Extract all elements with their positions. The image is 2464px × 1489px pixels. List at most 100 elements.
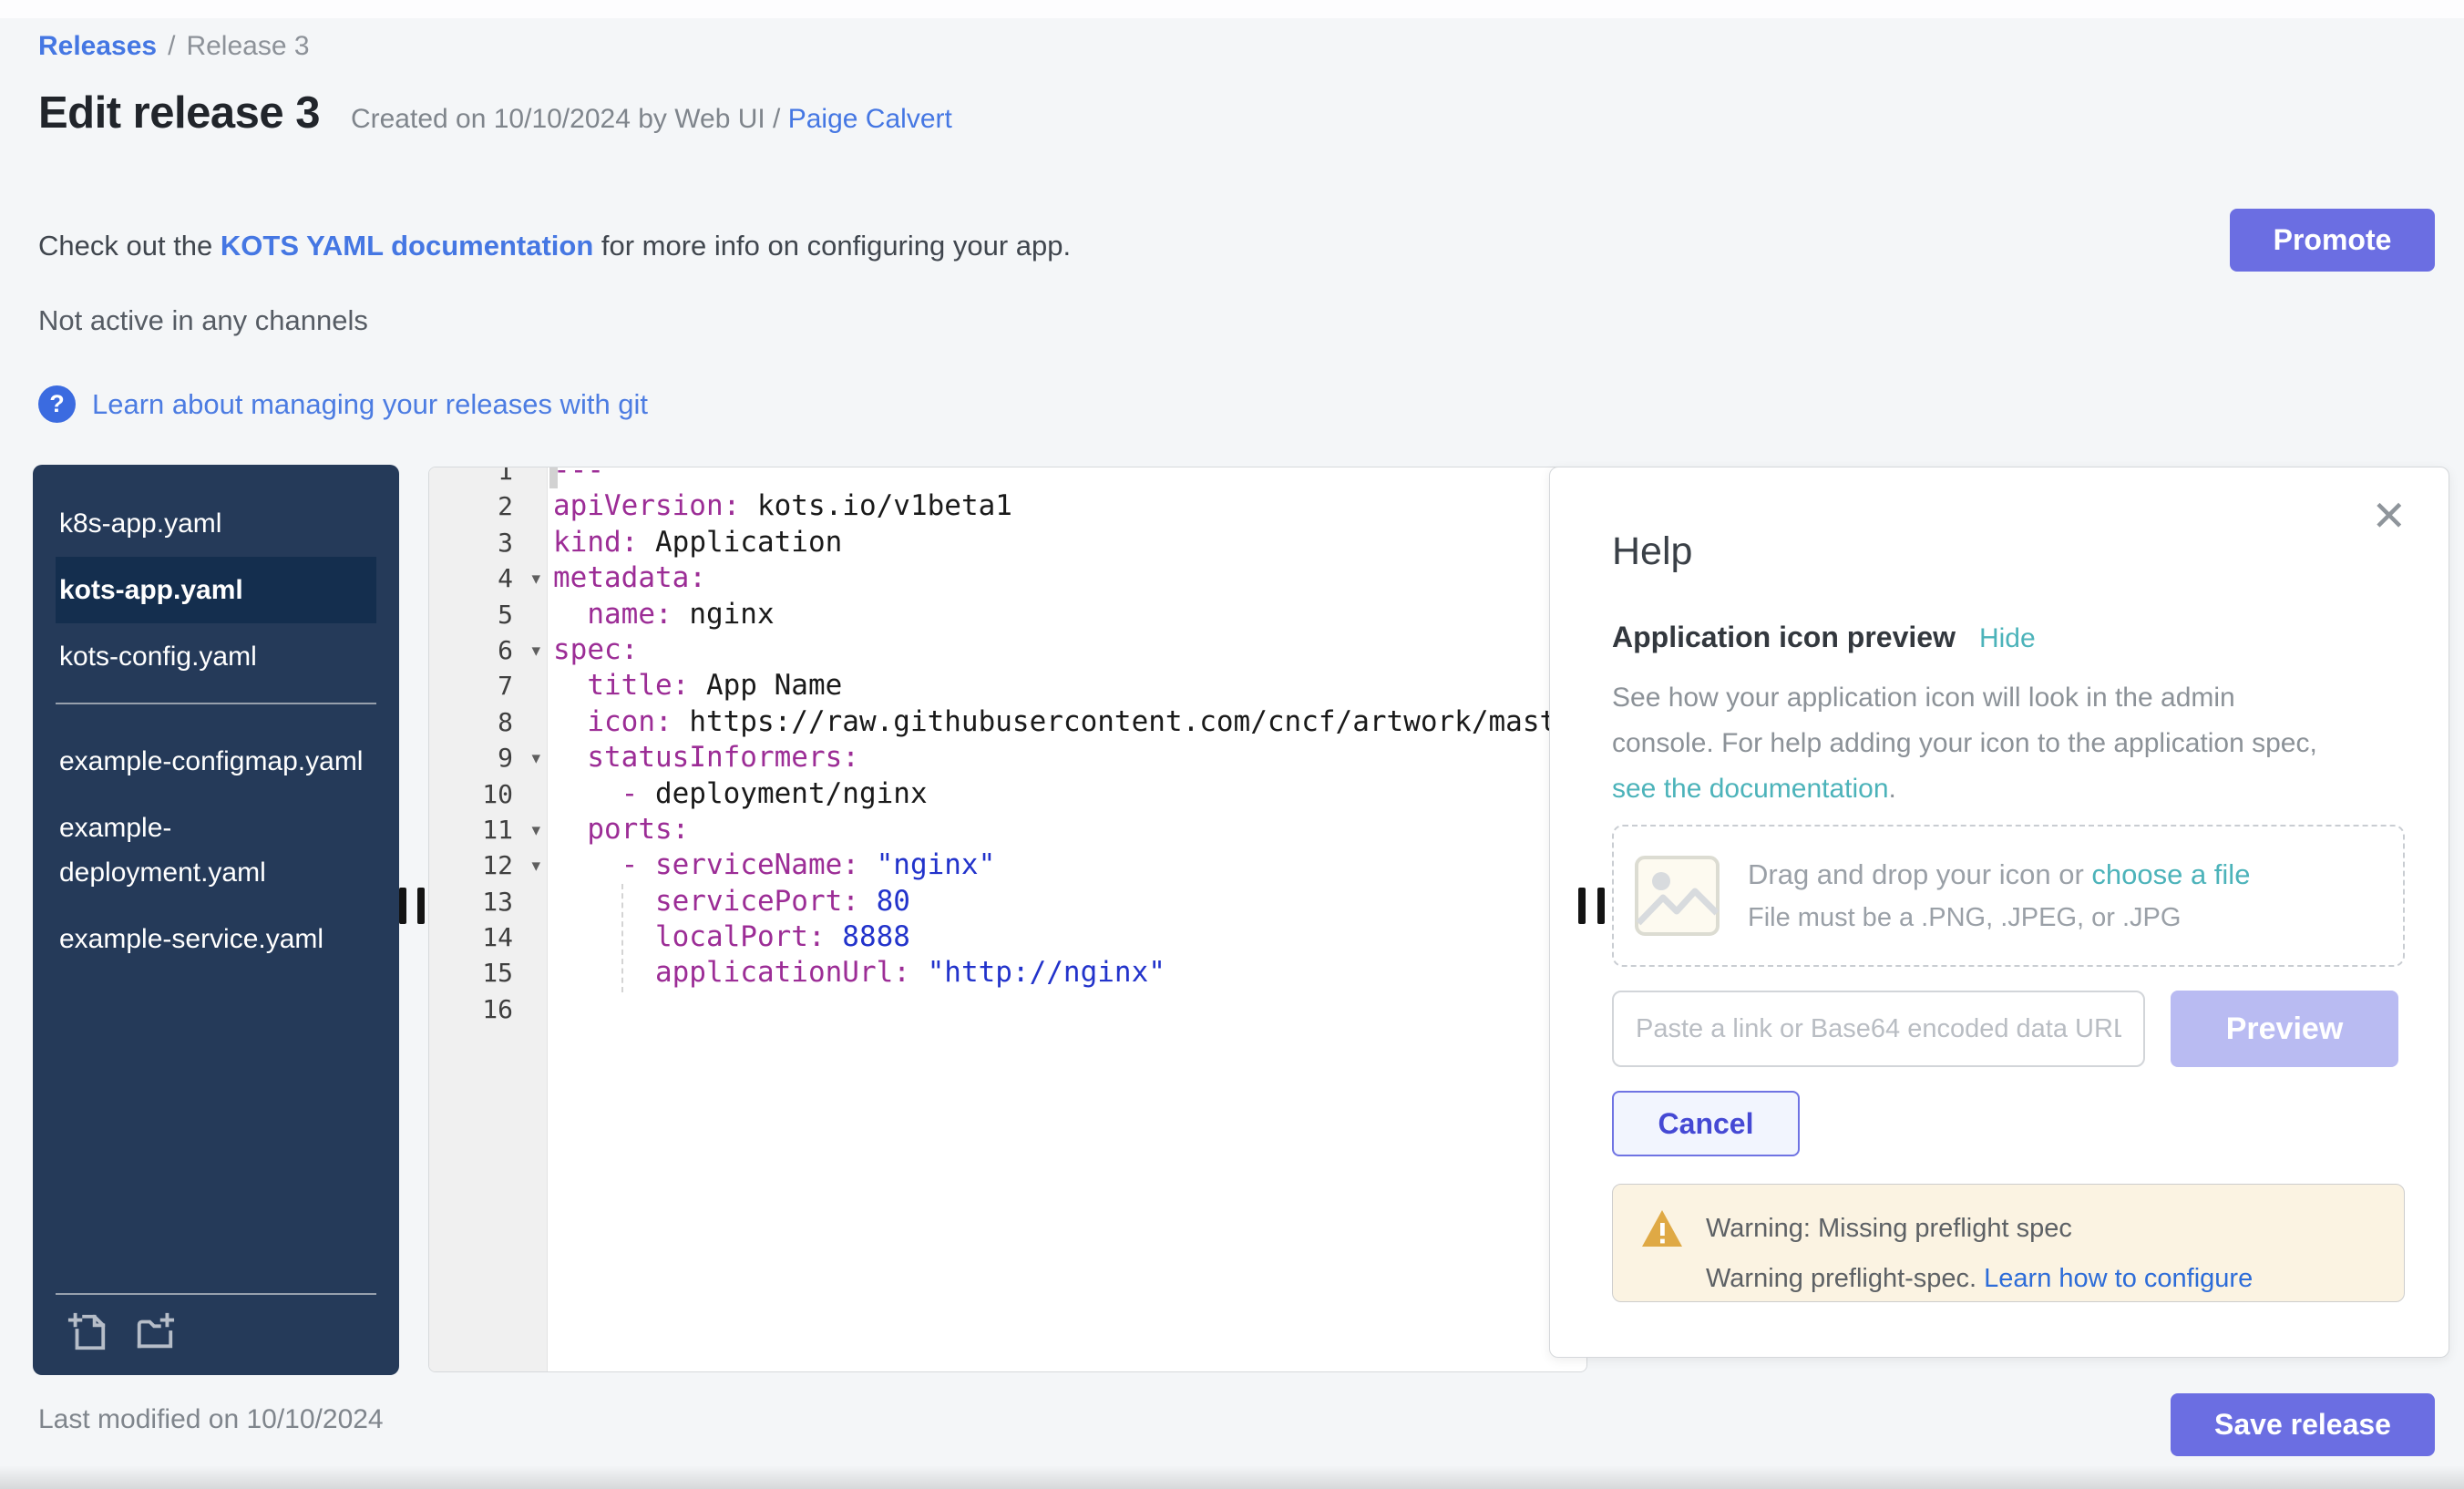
file-group-examples: example-configmap.yamlexample-deployment… [33,728,399,972]
see-documentation-link[interactable]: see the documentation [1612,774,1889,804]
code-line-3[interactable]: kind: Application [548,525,1586,560]
git-help-row: ? Learn about managing your releases wit… [38,385,648,423]
code-line-14[interactable]: localPort: 8888 [548,919,1586,955]
fold-arrow-line-11[interactable]: ▾ [531,813,540,848]
code-line-5[interactable]: name: nginx [548,597,1586,632]
icon-url-input[interactable] [1612,991,2145,1067]
help-description-period: . [1889,774,1896,804]
close-icon[interactable]: ✕ [2371,495,2407,537]
gutter-lines: 1234▾56▾789▾1011▾12▾13141516 [429,467,548,1027]
bottom-shadow [0,1465,2464,1489]
breadcrumb-link-releases[interactable]: Releases [38,31,157,61]
icon-dropzone[interactable]: Drag and drop your icon or choose a file… [1612,825,2405,967]
code-line-8[interactable]: icon: https://raw.githubusercontent.com/… [548,704,1586,740]
add-file-icon[interactable] [67,1311,108,1353]
fold-arrow-line-6[interactable]: ▾ [531,633,540,669]
save-release-button[interactable]: Save release [2171,1393,2435,1456]
file-item-example-deployment.yaml[interactable]: example-deployment.yaml [56,795,376,906]
warning-banner: Warning: Missing preflight spec Warning … [1612,1184,2405,1302]
code-line-15[interactable]: applicationUrl: "http://nginx" [548,955,1586,991]
file-item-kots-config.yaml[interactable]: kots-config.yaml [56,623,376,690]
gutter-line-5: 5 [429,597,548,632]
help-description: See how your application icon will look … [1612,675,2414,812]
code-line-2[interactable]: apiVersion: kots.io/v1beta1 [548,488,1586,524]
fold-arrow-line-4[interactable]: ▾ [531,561,540,597]
section-row: Application icon preview Hide [1612,621,2036,654]
edit-release-page: Releases / Release 3 Edit release 3 Create… [0,0,2464,1489]
indent-guide [621,884,623,992]
help-title: Help [1612,529,1692,574]
add-folder-icon[interactable] [134,1311,176,1353]
gutter-line-10: 10 [429,776,548,812]
gutter-line-11: 11▾ [429,812,548,847]
gutter-line-9: 9▾ [429,740,548,775]
code-line-16[interactable] [548,991,1586,1027]
file-divider [56,703,376,704]
channel-status: Not active in any channels [38,304,368,337]
resize-handle-left-bar1[interactable] [399,888,406,924]
file-item-k8s-app.yaml[interactable]: k8s-app.yaml [56,490,376,557]
git-help-link[interactable]: Learn about managing your releases with … [92,388,648,421]
help-description-line2: console. For help adding your icon to th… [1612,728,2317,758]
breadcrumb-separator: / [168,31,175,61]
dropzone-text: Drag and drop your icon or choose a file [1748,858,2250,891]
icon-url-row: Preview [1612,991,2398,1067]
code-line-1[interactable]: --- [548,467,1586,488]
warning-text: Warning preflight-spec. Learn how to con… [1706,1264,2253,1294]
dropzone-text-prefix: Drag and drop your icon or [1748,858,2091,890]
question-icon: ? [38,385,76,423]
resize-handle-right-bar1[interactable] [1578,888,1586,924]
code-line-11[interactable]: ports: [548,812,1586,847]
gutter-line-14: 14 [429,919,548,955]
gutter-line-15: 15 [429,955,548,991]
sidebar-footer [56,1293,376,1375]
file-item-example-service.yaml[interactable]: example-service.yaml [56,906,376,972]
gutter-line-16: 16 [429,991,548,1027]
dropzone-hint: File must be a .PNG, .JPEG, or .JPG [1748,903,2250,933]
preview-button[interactable]: Preview [2171,991,2398,1067]
warning-text-prefix: Warning preflight-spec. [1706,1264,1984,1293]
promote-button[interactable]: Promote [2230,209,2435,272]
doc-prefix: Check out the [38,230,221,262]
choose-file-link[interactable]: choose a file [2091,858,2250,890]
code-line-13[interactable]: servicePort: 80 [548,884,1586,919]
created-author-link[interactable]: Paige Calvert [788,104,952,134]
gutter-line-7: 7 [429,668,548,703]
code-line-9[interactable]: statusInformers: [548,740,1586,775]
warning-title: Warning: Missing preflight spec [1706,1214,2072,1244]
code-line-12[interactable]: - serviceName: "nginx" [548,847,1586,883]
warning-configure-link[interactable]: Learn how to configure [1984,1264,2253,1293]
code-line-7[interactable]: title: App Name [548,668,1586,703]
file-item-example-configmap.yaml[interactable]: example-configmap.yaml [56,728,376,795]
hide-link[interactable]: Hide [1979,623,2036,654]
cancel-button[interactable]: Cancel [1612,1091,1800,1156]
resize-handle-left-bar2[interactable] [417,888,425,924]
page-title: Edit release 3 [38,87,320,139]
fold-arrow-line-9[interactable]: ▾ [531,741,540,776]
doc-suffix: for more info on configuring your app. [593,230,1071,262]
file-tree: k8s-app.yamlkots-app.yamlkots-config.yam… [33,465,399,1375]
title-row: Edit release 3 Created on 10/10/2024 by … [38,87,952,139]
code-lines: ---apiVersion: kots.io/v1beta1kind: Appl… [548,467,1586,1027]
gutter-line-8: 8 [429,704,548,740]
code-line-10[interactable]: - deployment/nginx [548,776,1586,812]
dropzone-text-block: Drag and drop your icon or choose a file… [1748,858,2250,933]
breadcrumb: Releases / Release 3 [38,31,310,62]
gutter-line-4: 4▾ [429,560,548,596]
fold-arrow-line-12[interactable]: ▾ [531,848,540,884]
file-group-kots: k8s-app.yamlkots-app.yamlkots-config.yam… [33,465,399,690]
gutter-line-3: 3 [429,525,548,560]
created-info: Created on 10/10/2024 by Web UI / Paige … [351,104,952,135]
section-title: Application icon preview [1612,621,1956,654]
code-line-6[interactable]: spec: [548,632,1586,668]
gutter-line-13: 13 [429,884,548,919]
file-item-kots-app.yaml[interactable]: kots-app.yaml [56,557,376,623]
code-editor[interactable]: 1234▾56▾789▾1011▾12▾13141516 ---apiVersi… [428,467,1587,1372]
kots-yaml-doc-link[interactable]: KOTS YAML documentation [221,230,593,262]
warning-icon [1640,1208,1684,1248]
code-line-4[interactable]: metadata: [548,560,1586,596]
help-panel: ✕ Help Application icon preview Hide See… [1549,467,2449,1358]
doc-info: Check out the KOTS YAML documentation fo… [38,230,1071,262]
resize-handle-right-bar2[interactable] [1597,888,1605,924]
breadcrumb-current: Release 3 [186,31,309,61]
